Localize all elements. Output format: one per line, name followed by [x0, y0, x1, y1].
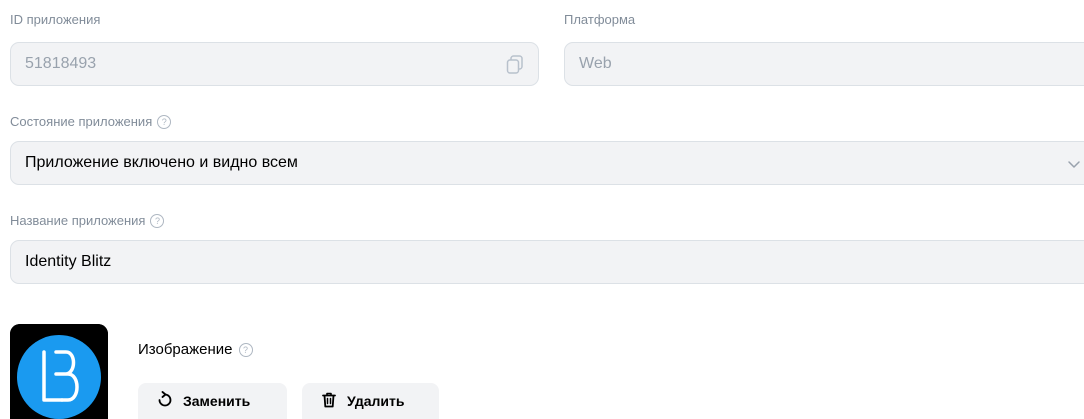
platform-field[interactable]: Web: [564, 42, 1084, 86]
help-icon[interactable]: ?: [150, 213, 165, 228]
app-state-value: Приложение включено и видно всем: [25, 154, 298, 171]
platform-label: Платформа: [564, 12, 635, 27]
app-name-label: Название приложения ?: [10, 213, 165, 228]
replace-button-label: Заменить: [183, 393, 251, 409]
trash-icon: [320, 391, 338, 412]
copy-icon[interactable]: [506, 55, 524, 75]
app-state-select[interactable]: Приложение включено и видно всем: [10, 141, 1084, 185]
delete-image-button[interactable]: Удалить: [302, 383, 439, 419]
replace-image-button[interactable]: Заменить: [138, 383, 287, 419]
help-icon[interactable]: ?: [238, 342, 253, 357]
app-state-label-text: Состояние приложения: [10, 114, 153, 129]
app-name-value: Identity Blitz: [25, 253, 112, 270]
refresh-icon: [156, 390, 174, 412]
app-settings-form: ID приложения 51818493 Платформа Web Сос…: [0, 0, 1084, 419]
platform-label-text: Платформа: [564, 12, 636, 27]
app-name-input[interactable]: Identity Blitz: [10, 240, 1084, 284]
app-state-label: Состояние приложения ?: [10, 114, 172, 129]
image-title-text: Изображение: [138, 341, 233, 358]
app-id-field[interactable]: 51818493: [10, 42, 539, 86]
app-id-label-text: ID приложения: [10, 12, 101, 27]
help-icon[interactable]: ?: [157, 114, 172, 129]
image-title: Изображение ?: [138, 341, 253, 358]
app-id-label: ID приложения: [10, 12, 100, 27]
app-id-value: 51818493: [25, 55, 97, 72]
chevron-down-icon[interactable]: [1067, 157, 1081, 171]
app-name-label-text: Название приложения: [10, 213, 146, 228]
app-logo-image: [10, 324, 108, 419]
delete-button-label: Удалить: [347, 393, 405, 409]
platform-value: Web: [579, 55, 612, 72]
